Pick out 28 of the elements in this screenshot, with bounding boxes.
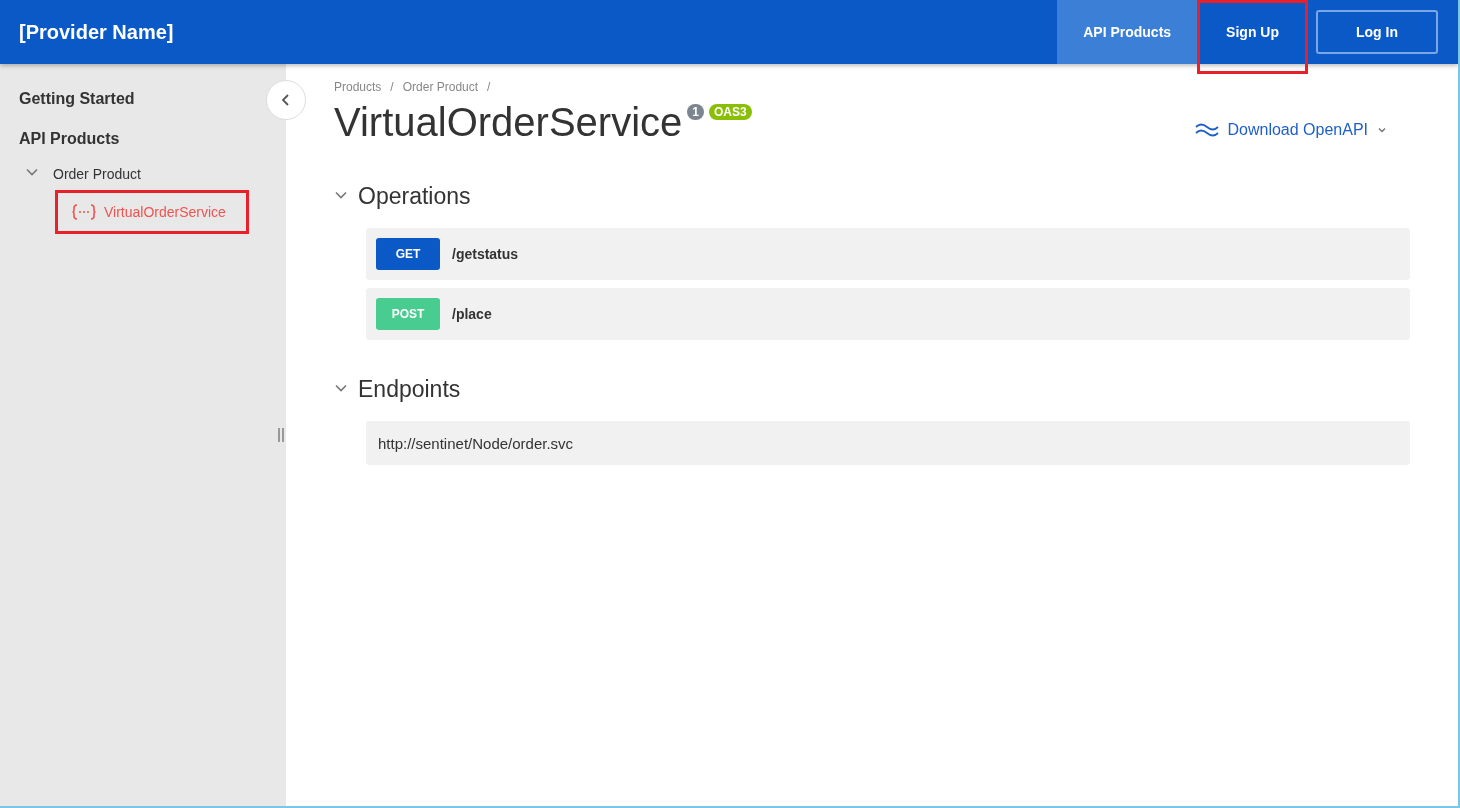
method-badge: GET <box>376 238 440 270</box>
operation-path: /getstatus <box>452 246 519 262</box>
braces-icon <box>72 204 96 220</box>
tree-item[interactable]: Order Product <box>53 166 141 182</box>
login-button[interactable]: Log In <box>1316 10 1438 54</box>
method-badge: POST <box>376 298 440 330</box>
resize-handle-icon[interactable] <box>278 428 284 442</box>
nav-tab[interactable]: API Products <box>1057 0 1198 64</box>
operation-row[interactable]: GET /getstatus <box>366 228 1410 280</box>
breadcrumb-separator: / <box>390 80 394 94</box>
provider-name[interactable]: [Provider Name] <box>19 20 1058 44</box>
section-title: Endpoints <box>358 376 461 403</box>
page-title: VirtualOrderService <box>334 100 683 145</box>
operation-path: /place <box>452 306 492 322</box>
nav-tab[interactable]: Sign Up <box>1197 0 1308 74</box>
section-title: Operations <box>358 183 471 210</box>
breadcrumb-link[interactable]: Order Product <box>402 80 479 94</box>
sidebar-section[interactable]: API Products <box>19 130 267 148</box>
endpoint-url: http://sentinet/Node/order.svc <box>366 421 1410 465</box>
operation-row[interactable]: POST /place <box>366 288 1410 340</box>
wave-icon <box>1195 122 1220 138</box>
breadcrumb-link[interactable]: Products <box>334 80 382 94</box>
version-badge: 1 <box>687 104 704 120</box>
sidebar-section[interactable]: Getting Started <box>19 90 267 108</box>
breadcrumb-separator: / <box>487 80 491 94</box>
spec-badge: OAS3 <box>708 104 752 120</box>
download-button[interactable]: Download OpenAPI <box>1189 120 1394 140</box>
chevron-left-icon <box>280 93 292 107</box>
